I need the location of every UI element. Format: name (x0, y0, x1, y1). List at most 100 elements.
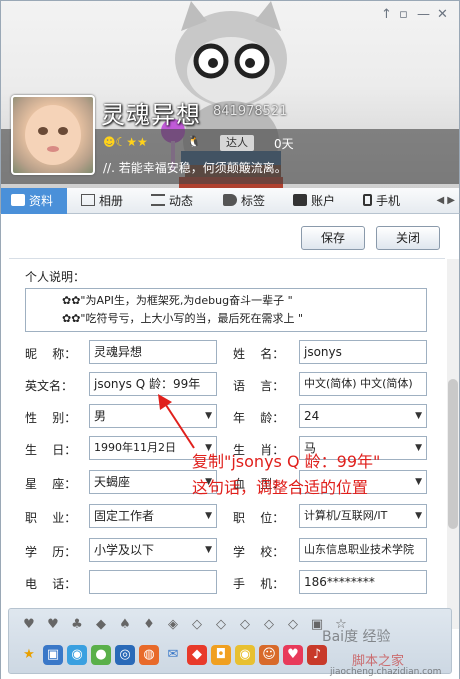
nickname-label: 昵 称： (25, 347, 77, 361)
close-button[interactable]: 关闭 (376, 226, 440, 250)
tab-label: 标签 (241, 194, 266, 208)
description-label: 个人说明： (25, 270, 86, 284)
heart-badge-icon[interactable]: ♥ (19, 615, 39, 635)
constellation-label: 星 座： (25, 477, 77, 491)
age-select[interactable]: 24 ▼ (299, 404, 427, 428)
mobile-field[interactable]: 186******** (299, 570, 427, 594)
occupation-label: 职 业： (25, 511, 77, 525)
star-icon: ★ (126, 135, 138, 149)
diamond-badge-icon[interactable]: ◇ (211, 615, 231, 635)
language-field[interactable]: 中文(简体) 中文(简体) (299, 372, 427, 396)
star-icon: ★ (137, 135, 148, 149)
star-badge-icon[interactable]: ★ (19, 645, 39, 665)
occupation-select[interactable]: 固定工作者 ▼ (89, 504, 217, 528)
dropdown-arrow-icon: ▼ (415, 411, 422, 421)
game-badge-icon[interactable]: ◍ (139, 645, 159, 665)
tab-scroll-arrows[interactable]: ◀ ▶ (436, 188, 455, 214)
birthday-label: 生 日： (25, 443, 77, 457)
mobile-label: 手 机： (233, 577, 285, 591)
save-button[interactable]: 保存 (301, 226, 365, 250)
qq-number: 841978521 (213, 104, 288, 119)
phone-icon (363, 194, 372, 206)
english-name-label: 英文名： (25, 379, 74, 393)
scrollbar-thumb[interactable] (448, 379, 458, 529)
annotation-line-1: 复制"jsonys Q 龄：99年" (192, 452, 381, 471)
school-field[interactable]: 山东信息职业技术学院 (299, 538, 427, 562)
position-label: 职 位： (233, 511, 285, 525)
age-value: 24 (304, 409, 320, 423)
position-select[interactable]: 计算机/互联网/IT ▼ (299, 504, 427, 528)
skin-icon[interactable]: ↑ (381, 7, 392, 22)
avatar[interactable] (11, 95, 95, 175)
diamond-badge-icon[interactable]: ◇ (235, 615, 255, 635)
camera-badge-icon[interactable]: ◉ (67, 645, 87, 665)
name-field[interactable]: jsonys (299, 340, 427, 364)
tab-feed[interactable]: 动态 (151, 188, 193, 214)
watermark-url: jiaocheng.chazidian.com (330, 667, 442, 677)
description-textarea[interactable]: ✿✿"为API生，为框架死,为debug奋斗一辈子 " ✿✿"吃符号亏，上大小写… (25, 288, 427, 332)
minimize-icon[interactable]: — (417, 7, 430, 22)
tab-label: 账户 (311, 194, 336, 208)
tab-phone[interactable]: 手机 (363, 188, 400, 214)
feed-icon (151, 194, 165, 206)
tab-account[interactable]: 账户 (293, 188, 335, 214)
shield-badge-icon[interactable]: ◘ (211, 645, 231, 665)
diamond-badge-icon[interactable]: ◆ (91, 615, 111, 635)
tab-label: 动态 (169, 194, 194, 208)
position-value: 计算机/互联网/IT (304, 509, 388, 522)
signature[interactable]: //. 若能幸福安稳，何须颠簸流离。 (103, 159, 287, 176)
baby-photo (25, 105, 81, 165)
diamond-badge-icon[interactable]: ◇ (187, 615, 207, 635)
gem-badge-icon[interactable]: ♦ (139, 615, 159, 635)
tab-profile[interactable]: 资料 (1, 188, 67, 214)
gender-label: 性 别： (25, 411, 77, 425)
occupation-value: 固定工作者 (94, 509, 155, 523)
nickname-field[interactable]: 灵魂异想 (89, 340, 217, 364)
school-label: 学 校： (233, 545, 285, 559)
education-value: 小学及以下 (94, 543, 155, 557)
description-line-1: ✿✿"为API生，为框架死,为debug奋斗一辈子 " (62, 294, 293, 307)
tab-tags[interactable]: 标签 (223, 188, 265, 214)
education-label: 学 历： (25, 545, 77, 559)
dropdown-arrow-icon: ▼ (205, 411, 212, 421)
eye-badge-icon[interactable]: ◎ (115, 645, 135, 665)
name-label: 姓 名： (233, 347, 285, 361)
dropdown-arrow-icon: ▼ (205, 511, 212, 521)
coin-badge-icon[interactable]: ◉ (235, 645, 255, 665)
maximize-icon[interactable]: ▫ (399, 7, 408, 22)
sun-icon: ☻ (103, 135, 116, 149)
music-badge-icon[interactable]: ♪ (307, 645, 327, 665)
tab-label: 手机 (376, 194, 401, 208)
nickname-display: 灵魂异想 (101, 101, 201, 129)
watermark-logo: Bai度 经验 (322, 629, 391, 645)
app-badge-icon[interactable]: ▣ (43, 645, 63, 665)
photo-album-icon (81, 194, 95, 206)
profile-header: ↑ ▫ — ✕ 灵魂异想 841978521 ☻☾★★ 🐧 达人 0天 //. … (0, 0, 460, 188)
mail-badge-icon[interactable]: ✉ (163, 645, 183, 665)
dropdown-arrow-icon: ▼ (205, 545, 212, 555)
scrollbar[interactable] (447, 259, 459, 629)
dropdown-arrow-icon: ▼ (415, 477, 422, 487)
moon-icon: ☾ (115, 135, 127, 149)
wallet-icon (293, 194, 307, 206)
bell-badge-icon[interactable]: ♠ (115, 615, 135, 635)
pet-badge-icon[interactable]: ◆ (187, 645, 207, 665)
penguin-badge-icon[interactable]: ♣ (67, 615, 87, 635)
vip-badge[interactable]: 达人 (220, 135, 254, 151)
heart-badge-icon[interactable]: ♥ (43, 615, 63, 635)
penguin-icon[interactable]: 🐧 (187, 135, 201, 148)
shield-badge-icon[interactable]: ◈ (163, 615, 183, 635)
tab-album[interactable]: 相册 (81, 188, 123, 214)
education-select[interactable]: 小学及以下 ▼ (89, 538, 217, 562)
face-badge-icon[interactable]: ☺ (259, 645, 279, 665)
heart-badge-icon[interactable]: ♥ (283, 645, 303, 665)
diamond-badge-icon[interactable]: ◇ (259, 615, 279, 635)
chat-badge-icon[interactable]: ● (91, 645, 111, 665)
diamond-badge-icon[interactable]: ◇ (283, 615, 303, 635)
dropdown-arrow-icon: ▼ (415, 443, 422, 453)
description-line-2: ✿✿"吃符号亏，上大小写的当，最后死在需求上 " (62, 312, 304, 325)
close-icon[interactable]: ✕ (437, 7, 448, 22)
tab-label: 资料 (29, 194, 54, 208)
divider (9, 258, 445, 259)
phone-field[interactable] (89, 570, 217, 594)
